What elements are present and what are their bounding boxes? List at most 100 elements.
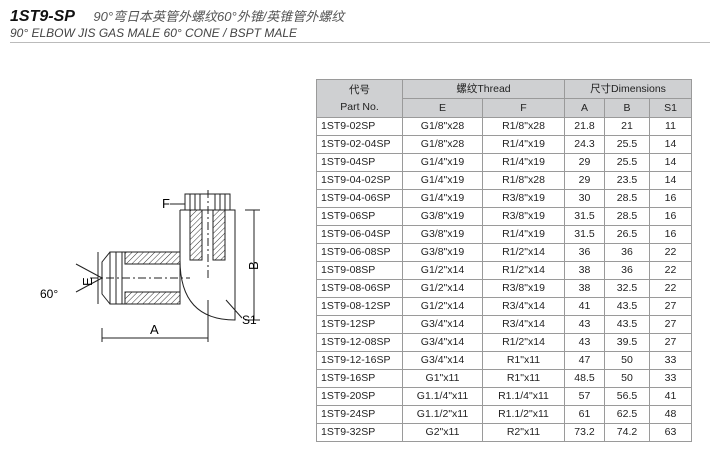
dim-a-cell: 38 (564, 279, 605, 298)
title-chinese: 90°弯日本英管外螺纹60°外锥/英锥管外螺纹 (93, 9, 345, 24)
thread-f-cell: R1.1/2"x11 (482, 405, 565, 424)
header-part-no: 代号 Part No. (316, 79, 403, 118)
thread-e-cell: G3/8"x19 (402, 207, 483, 226)
part-no-cell: 1ST9-32SP (316, 423, 403, 442)
thread-e-cell: G1/8"x28 (402, 135, 483, 154)
table-row: 1ST9-04SP G1/4"x19 R1/4"x19 29 25.5 14 (316, 153, 692, 172)
dim-s1-cell: 63 (649, 423, 692, 442)
thread-e-cell: G1.1/2"x11 (402, 405, 483, 424)
title-english: 90° ELBOW JIS GAS MALE 60° CONE / BSPT M… (10, 26, 298, 40)
thread-e-cell: G1/2"x14 (402, 279, 483, 298)
part-no-cell: 1ST9-08SP (316, 261, 403, 280)
header-dimensions: 尺寸Dimensions (564, 79, 692, 99)
dim-a-cell: 48.5 (564, 369, 605, 388)
thread-f-cell: R3/8"x19 (482, 279, 565, 298)
dim-b-cell: 26.5 (604, 225, 650, 244)
table-row: 1ST9-32SP G2"x11 R2"x11 73.2 74.2 63 (316, 423, 692, 442)
dim-s1-cell: 16 (649, 225, 692, 244)
thread-e-cell: G1/4"x19 (402, 171, 483, 190)
table-row: 1ST9-04-02SP G1/4"x19 R1/8"x28 29 23.5 14 (316, 171, 692, 190)
dim-a-cell: 73.2 (564, 423, 605, 442)
thread-e-cell: G1/8"x28 (402, 117, 483, 136)
header-e: E (402, 98, 483, 118)
thread-e-cell: G1"x11 (402, 369, 483, 388)
table-row: 1ST9-06-08SP G3/8"x19 R1/2"x14 36 36 22 (316, 243, 692, 262)
part-no-cell: 1ST9-04-06SP (316, 189, 403, 208)
thread-e-cell: G1.1/4"x11 (402, 387, 483, 406)
dim-b-cell: 25.5 (604, 135, 650, 154)
dim-b-cell: 28.5 (604, 189, 650, 208)
table-row: 1ST9-08-12SP G1/2"x14 R3/4"x14 41 43.5 27 (316, 297, 692, 316)
dim-b-cell: 32.5 (604, 279, 650, 298)
dim-a-cell: 36 (564, 243, 605, 262)
dim-b-cell: 43.5 (604, 297, 650, 316)
thread-f-cell: R1"x11 (482, 351, 565, 370)
dim-s1-cell: 16 (649, 189, 692, 208)
dim-b-cell: 21 (604, 117, 650, 136)
thread-e-cell: G1/2"x14 (402, 297, 483, 316)
dim-a-cell: 41 (564, 297, 605, 316)
dim-a-cell: 31.5 (564, 207, 605, 226)
dim-s1-cell: 27 (649, 297, 692, 316)
dim-s1-cell: 22 (649, 243, 692, 262)
table-row: 1ST9-08SP G1/2"x14 R1/2"x14 38 36 22 (316, 261, 692, 280)
dim-a-cell: 21.8 (564, 117, 605, 136)
part-no-cell: 1ST9-24SP (316, 405, 403, 424)
part-no-cell: 1ST9-06SP (316, 207, 403, 226)
dim-b-cell: 36 (604, 261, 650, 280)
dim-s1-cell: 27 (649, 315, 692, 334)
header-thread: 螺纹Thread (402, 79, 565, 99)
thread-e-cell: G2"x11 (402, 423, 483, 442)
table-row: 1ST9-20SP G1.1/4"x11 R1.1/4"x11 57 56.5 41 (316, 387, 692, 406)
thread-e-cell: G3/8"x19 (402, 243, 483, 262)
dim-b-cell: 43.5 (604, 315, 650, 334)
header-divider (10, 42, 710, 43)
dim-a-cell: 43 (564, 333, 605, 352)
header-part-no-label: Part No. (340, 100, 379, 113)
thread-f-cell: R2"x11 (482, 423, 565, 442)
dim-b-cell: 28.5 (604, 207, 650, 226)
dim-b-cell: 50 (604, 369, 650, 388)
thread-e-cell: G3/4"x14 (402, 351, 483, 370)
table-row: 1ST9-24SP G1.1/2"x11 R1.1/2"x11 61 62.5 48 (316, 405, 692, 424)
thread-e-cell: G3/8"x19 (402, 225, 483, 244)
page-header: 1ST9-SP 90°弯日本英管外螺纹60°外锥/英锥管外螺纹 (10, 6, 344, 26)
part-no-cell: 1ST9-16SP (316, 369, 403, 388)
dim-s1-cell: 22 (649, 279, 692, 298)
dim-b-cell: 62.5 (604, 405, 650, 424)
dim-s1-cell: 14 (649, 153, 692, 172)
thread-f-cell: R1/4"x19 (482, 225, 565, 244)
part-no-cell: 1ST9-20SP (316, 387, 403, 406)
dim-s1-cell: 48 (649, 405, 692, 424)
label-angle: 60° (40, 287, 58, 301)
thread-e-cell: G1/4"x19 (402, 189, 483, 208)
dim-b-cell: 23.5 (604, 171, 650, 190)
part-no-cell: 1ST9-06-04SP (316, 225, 403, 244)
table-row: 1ST9-12SP G3/4"x14 R3/4"x14 43 43.5 27 (316, 315, 692, 334)
part-no-cell: 1ST9-02-04SP (316, 135, 403, 154)
header-s1: S1 (649, 98, 692, 118)
dim-s1-cell: 33 (649, 351, 692, 370)
header-f: F (482, 98, 565, 118)
label-e: E (80, 277, 95, 286)
thread-f-cell: R1/4"x19 (482, 153, 565, 172)
dim-a-cell: 57 (564, 387, 605, 406)
dim-s1-cell: 14 (649, 135, 692, 154)
table-row: 1ST9-06-04SP G3/8"x19 R1/4"x19 31.5 26.5 16 (316, 225, 692, 244)
fitting-drawing: F B E A S1 60° (40, 190, 261, 342)
spec-table: 代号 Part No. 螺纹Thread 尺寸Dimensions E F A … (316, 79, 692, 442)
dim-b-cell: 56.5 (604, 387, 650, 406)
label-a: A (150, 322, 159, 337)
dim-s1-cell: 14 (649, 171, 692, 190)
thread-f-cell: R1/2"x14 (482, 333, 565, 352)
dim-a-cell: 30 (564, 189, 605, 208)
thread-f-cell: R1/2"x14 (482, 261, 565, 280)
spec-table-body: 1ST9-02SP G1/8"x28 R1/8"x28 21.8 21 11 1ST9-02… (316, 117, 692, 442)
thread-f-cell: R1"x11 (482, 369, 565, 388)
dim-s1-cell: 41 (649, 387, 692, 406)
dim-a-cell: 24.3 (564, 135, 605, 154)
dim-a-cell: 29 (564, 153, 605, 172)
label-s1: S1 (242, 313, 257, 327)
thread-f-cell: R1/2"x14 (482, 243, 565, 262)
thread-f-cell: R1/8"x28 (482, 171, 565, 190)
